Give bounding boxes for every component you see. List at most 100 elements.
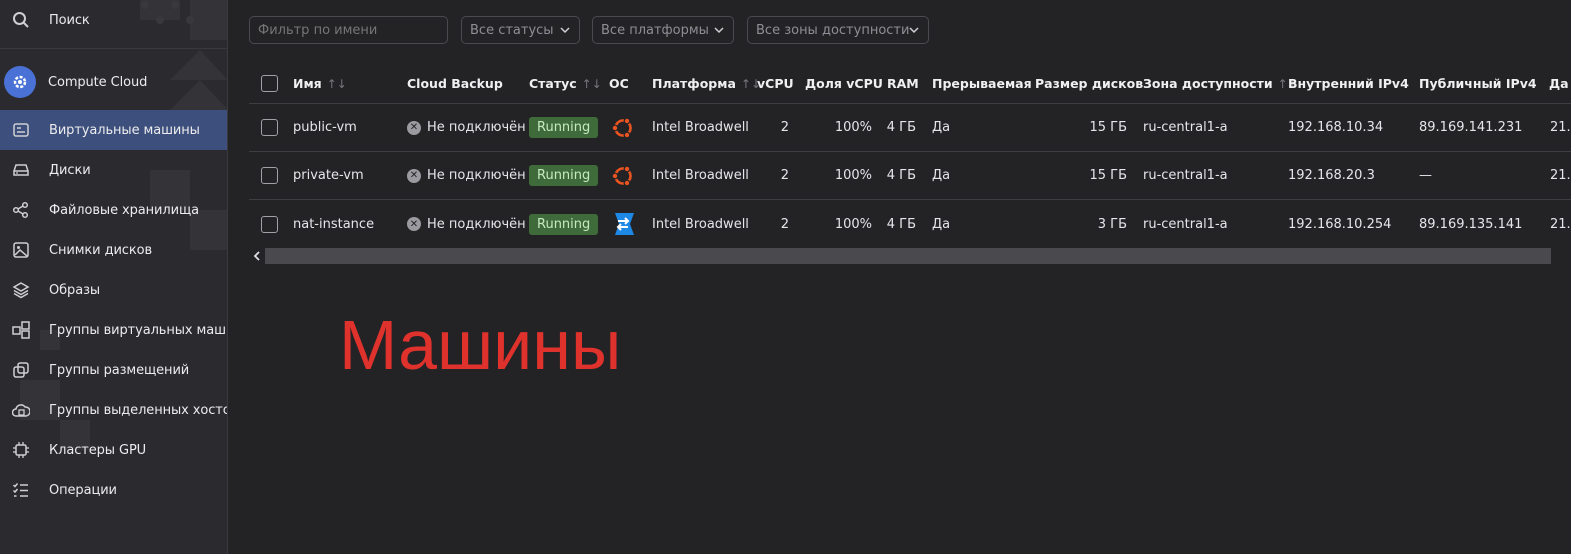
sidebar-item-virtual-machines[interactable]: Виртуальные машины [0,110,227,150]
nat-instance-icon [615,213,634,235]
file-storage-icon [12,201,30,219]
header-name[interactable]: Имя ↑↓ [293,64,347,103]
sidebar-item-disk-snapshots[interactable]: Снимки дисков [0,230,227,270]
placement-group-icon [12,361,30,379]
row-checkbox[interactable] [261,215,278,233]
row-select-cell [261,104,278,151]
scrollbar-thumb[interactable] [265,248,1551,264]
main-content: Все статусы Все платформы Все зоны досту… [229,0,1571,554]
os-cell [611,104,635,151]
header-zone[interactable]: Зона доступности ↑↓ [1143,64,1298,103]
not-connected-icon: ✕ [407,120,421,135]
sidebar-item-placement-groups[interactable]: Группы размещений [0,350,227,390]
header-label: RAM [887,76,919,91]
header-status[interactable]: Статус ↑↓ [529,64,602,103]
internal-ip-cell: 192.168.10.34 [1288,120,1384,135]
header-label: Размер дисков [1035,76,1144,91]
internal-ip-cell: 192.168.20.3 [1288,168,1375,183]
row-checkbox[interactable] [261,167,278,184]
sidebar-item-label: Файловые хранилища [49,202,199,218]
ubuntu-icon [611,117,632,138]
vcpu-cell: 2 [780,216,789,232]
header-label: Платформа [652,76,736,91]
header-label: Имя [293,76,322,91]
scroll-left-icon[interactable] [249,247,265,265]
sidebar-search[interactable]: Поиск [0,0,227,40]
header-platform[interactable]: Платформа ↑↓ [652,64,761,103]
zone-cell: ru-central1-a [1143,216,1228,232]
public-ip-cell: — [1419,168,1432,183]
header-backup: Cloud Backup [407,64,503,103]
backup-cell: ✕ Не подключён [407,152,526,199]
cpu-share-cell: 100% [834,168,872,183]
date-cell: 21. [1550,216,1571,232]
status-cell: Running [529,104,599,151]
sidebar-item-dedicated-host-groups[interactable]: Группы выделенных хостов [0,390,227,430]
vm-name[interactable]: nat-instance [293,200,374,248]
platform-cell: Intel Broadwell [652,168,749,183]
backup-cell: ✕ Не подключён [407,200,526,248]
vcpu-cell: 2 [780,120,789,135]
sort-icon: ↑↓ [581,76,602,91]
platform-filter-select[interactable]: Все платформы [592,16,734,44]
sidebar-item-disks[interactable]: Диски [0,150,227,190]
sidebar-item-label: Диски [49,162,91,178]
select-all-cell [261,64,278,103]
header-internal-ip: Внутренний IPv4 [1288,64,1409,103]
sidebar-item-gpu-clusters[interactable]: Кластеры GPU [0,430,227,470]
status-cell: Running [529,152,599,199]
sidebar-item-images[interactable]: Образы [0,270,227,310]
zone-filter-value: Все зоны доступности [756,22,910,38]
sidebar-search-label: Поиск [49,12,90,28]
select-all-checkbox[interactable] [261,75,278,92]
platform-cell: Intel Broadwell [652,216,749,232]
layers-icon [12,281,30,299]
gpu-chip-icon [12,441,30,459]
sidebar-item-file-storages[interactable]: Файловые хранилища [0,190,227,230]
sidebar-divider [0,48,227,49]
header-disk-size: Размер дисков [1035,64,1143,103]
platform-filter-value: Все платформы [601,22,709,38]
zone-filter-select[interactable]: Все зоны доступности [747,16,929,44]
host-group-icon [12,401,30,419]
not-connected-icon: ✕ [407,168,421,183]
snapshot-icon [12,241,30,259]
ram-cell: 4 ГБ [886,168,916,183]
platform-cell: Intel Broadwell [652,120,749,135]
backup-status: Не подключён [427,168,526,183]
annotation-caption: Машины [339,306,622,384]
os-cell [609,200,637,248]
sidebar-item-label: Образы [49,282,101,298]
zone-cell: ru-central1-a [1143,168,1228,183]
backup-cell: ✕ Не подключён [407,104,526,151]
operations-list-icon [12,481,30,499]
horizontal-scrollbar[interactable] [249,247,1551,265]
chevron-down-icon [560,27,570,34]
public-ip-cell: 89.169.141.231 [1419,120,1523,135]
header-label: Cloud Backup [407,76,503,91]
status-filter-select[interactable]: Все статусы [461,16,580,44]
name-filter-input[interactable] [249,16,448,44]
date-cell: 21. [1550,120,1571,135]
sidebar-item-operations[interactable]: Операции [0,470,227,510]
public-ip-cell: 89.169.135.141 [1419,216,1523,232]
zone-cell: ru-central1-a [1143,120,1228,135]
header-date: Да [1549,64,1569,103]
sidebar-service-compute-cloud[interactable]: Compute Cloud [0,62,227,102]
vm-name[interactable]: private-vm [293,152,364,199]
os-cell [611,152,635,199]
sidebar-item-label: Кластеры GPU [49,442,147,458]
date-cell: 21. [1550,168,1571,183]
table-row[interactable]: public-vm ✕ Не подключён Running Intel Br… [249,104,1571,152]
header-label: vCPU [757,76,794,91]
table-row[interactable]: nat-instance ✕ Не подключён Running Intel… [249,200,1571,248]
sidebar-item-label: Снимки дисков [49,242,153,258]
sidebar-item-vm-groups[interactable]: Группы виртуальных машин [0,310,227,350]
vm-name[interactable]: public-vm [293,104,357,151]
row-select-cell [261,200,278,248]
header-label: Статус [529,76,577,91]
header-preemptible: Прерываемая [932,64,1032,103]
row-checkbox[interactable] [261,119,278,136]
table-row[interactable]: private-vm ✕ Не подключён Running Intel B… [249,152,1571,200]
backup-status: Не подключён [427,120,526,135]
